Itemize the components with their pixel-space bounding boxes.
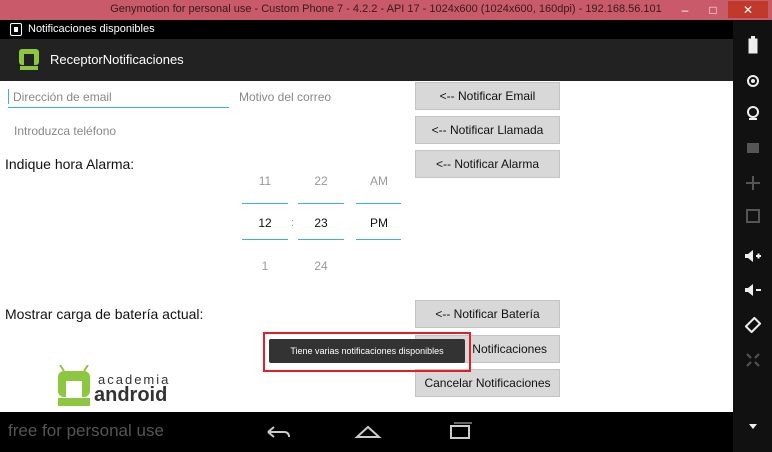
volume-up-icon[interactable]: [740, 243, 766, 269]
android-navigation-bar: free for personal use: [0, 412, 733, 452]
dpad-icon[interactable]: [740, 170, 766, 196]
hour-divider-bottom: [242, 239, 288, 240]
recent-apps-icon[interactable]: [446, 422, 474, 442]
minute-next[interactable]: 24: [298, 259, 344, 273]
notify-email-button[interactable]: <-- Notificar Email: [415, 82, 560, 110]
battery-label: Mostrar carga de batería actual:: [5, 306, 204, 322]
maximize-button[interactable]: □: [700, 1, 726, 18]
personal-use-watermark: free for personal use: [8, 421, 164, 440]
minimize-button[interactable]: –: [672, 1, 698, 18]
camera-icon[interactable]: [740, 100, 766, 126]
scale-icon[interactable]: [740, 347, 766, 373]
hour-next[interactable]: 1: [242, 259, 288, 273]
notify-alarm-button[interactable]: <-- Notificar Alarma: [415, 150, 560, 178]
ampm-current[interactable]: PM: [356, 216, 402, 230]
logo-text-android: android: [94, 384, 168, 406]
scroll-down-icon[interactable]: [740, 414, 766, 440]
hour-divider-top: [242, 203, 288, 204]
volume-down-icon[interactable]: [740, 277, 766, 303]
android-status-bar: Notificaciones disponibles: [0, 20, 733, 39]
email-placeholder: Dirección de email: [13, 90, 112, 104]
back-icon[interactable]: [264, 422, 292, 442]
subject-placeholder: Motivo del correo: [239, 90, 332, 104]
genymotion-side-toolbar: [733, 20, 772, 452]
battery-icon[interactable]: [740, 32, 766, 58]
notify-battery-button[interactable]: <-- Notificar Batería: [415, 300, 560, 328]
window-controls: – □ ✕: [670, 1, 768, 18]
subject-field[interactable]: Motivo del correo: [239, 90, 409, 108]
capture-icon[interactable]: [740, 135, 766, 161]
ampm-prev[interactable]: AM: [356, 174, 402, 188]
android-logo-icon: [58, 365, 90, 406]
close-button[interactable]: ✕: [728, 1, 768, 18]
time-separator: :: [291, 217, 295, 229]
minute-divider-bottom: [298, 239, 344, 240]
email-field[interactable]: Dirección de email: [8, 88, 229, 108]
hour-current[interactable]: 12: [242, 216, 288, 230]
gps-icon[interactable]: [740, 68, 766, 94]
app-title: ReceptorNotificaciones: [50, 52, 184, 67]
alarm-label: Indique hora Alarma:: [5, 156, 135, 172]
cancel-notifications-button[interactable]: Cancelar Notificaciones: [415, 369, 560, 397]
ampm-divider-bottom: [356, 239, 401, 240]
genymotion-window: Genymotion for personal use - Custom Pho…: [0, 0, 772, 452]
app-launcher-icon: [19, 49, 39, 70]
device-id-icon[interactable]: [740, 203, 766, 229]
hour-prev[interactable]: 11: [242, 174, 288, 188]
rotate-icon[interactable]: [740, 312, 766, 338]
home-icon[interactable]: [354, 422, 382, 442]
window-title-bar: Genymotion for personal use - Custom Pho…: [0, 0, 772, 20]
minute-divider-top: [298, 203, 344, 204]
academia-android-logo: academia android: [54, 365, 184, 410]
status-notification-text: Notificaciones disponibles: [28, 23, 155, 35]
main-content: Dirección de email Motivo del correo Int…: [0, 81, 733, 412]
notify-call-button[interactable]: <-- Notificar Llamada: [415, 116, 560, 144]
notification-icon: [10, 23, 22, 36]
phone-placeholder: Introduzca teléfono: [14, 124, 117, 138]
text-cursor: [8, 89, 9, 104]
highlight-box: [263, 332, 471, 372]
minute-current[interactable]: 23: [298, 216, 344, 230]
window-title: Genymotion for personal use - Custom Pho…: [110, 3, 662, 15]
minute-prev[interactable]: 22: [298, 174, 344, 188]
phone-field[interactable]: Introduzca teléfono: [14, 124, 214, 142]
ampm-divider-top: [356, 203, 401, 204]
action-bar: ReceptorNotificaciones: [0, 39, 733, 81]
